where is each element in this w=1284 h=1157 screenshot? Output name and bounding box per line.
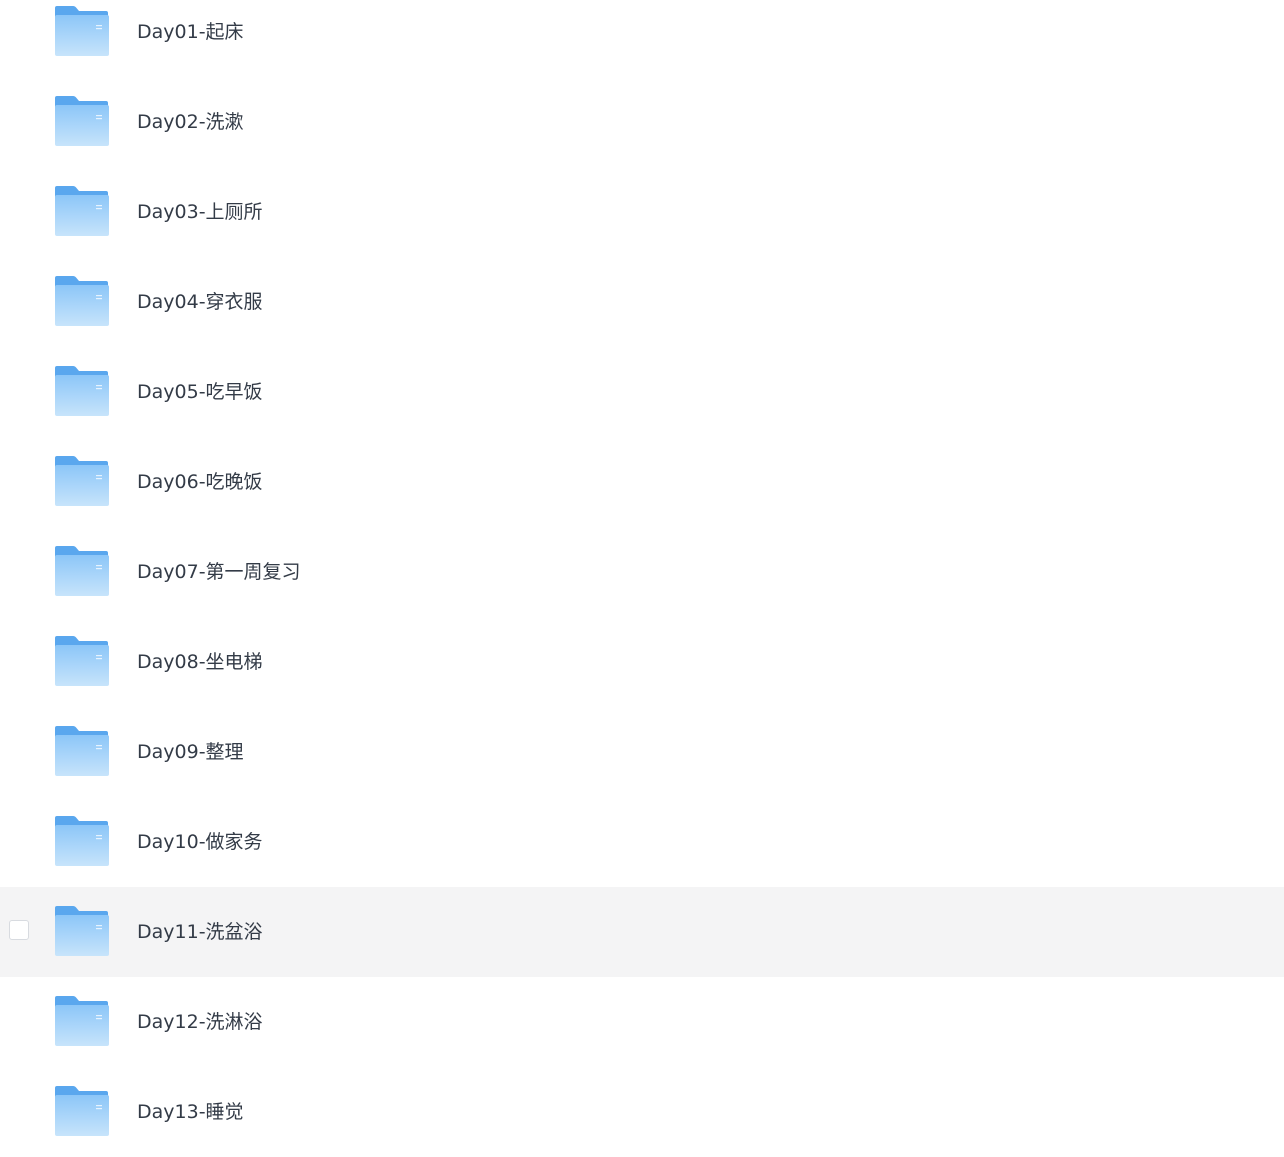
folder-icon (54, 5, 110, 57)
file-name[interactable]: Day10-做家务 (137, 829, 263, 855)
file-name[interactable]: Day03-上厕所 (137, 199, 263, 225)
file-name[interactable]: Day02-洗漱 (137, 109, 244, 135)
row-checkbox[interactable] (9, 920, 29, 940)
file-name[interactable]: Day05-吃早饭 (137, 379, 263, 405)
file-name[interactable]: Day04-穿衣服 (137, 289, 263, 315)
folder-icon (54, 815, 110, 867)
file-name[interactable]: Day12-洗淋浴 (137, 1009, 263, 1035)
file-row-04[interactable]: Day04-穿衣服 (0, 257, 1284, 347)
file-row-01[interactable]: Day01-起床 (0, 0, 1284, 77)
file-row-06[interactable]: Day06-吃晚饭 (0, 437, 1284, 527)
folder-icon (54, 1085, 110, 1137)
file-row-05[interactable]: Day05-吃早饭 (0, 347, 1284, 437)
file-name[interactable]: Day13-睡觉 (137, 1099, 244, 1125)
file-row-07[interactable]: Day07-第一周复习 (0, 527, 1284, 617)
file-row-10[interactable]: Day10-做家务 (0, 797, 1284, 887)
folder-icon (54, 725, 110, 777)
folder-icon (54, 995, 110, 1047)
file-name[interactable]: Day06-吃晚饭 (137, 469, 263, 495)
file-row-08[interactable]: Day08-坐电梯 (0, 617, 1284, 707)
file-row-13[interactable]: Day13-睡觉 (0, 1067, 1284, 1157)
folder-icon (54, 635, 110, 687)
file-row-03[interactable]: Day03-上厕所 (0, 167, 1284, 257)
file-row-09[interactable]: Day09-整理 (0, 707, 1284, 797)
file-name[interactable]: Day01-起床 (137, 19, 244, 45)
folder-icon (54, 185, 110, 237)
file-row-12[interactable]: Day12-洗淋浴 (0, 977, 1284, 1067)
folder-icon (54, 365, 110, 417)
file-list: Day01-起床 Day02-洗漱 Day03-上厕所 Day04-穿衣服 Da… (0, 0, 1284, 1157)
file-row-11[interactable]: Day11-洗盆浴 (0, 887, 1284, 977)
file-name[interactable]: Day11-洗盆浴 (137, 919, 263, 945)
file-name[interactable]: Day09-整理 (137, 739, 244, 765)
folder-icon (54, 905, 110, 957)
folder-icon (54, 275, 110, 327)
file-name[interactable]: Day08-坐电梯 (137, 649, 263, 675)
folder-icon (54, 455, 110, 507)
file-name[interactable]: Day07-第一周复习 (137, 559, 301, 585)
folder-icon (54, 545, 110, 597)
file-row-02[interactable]: Day02-洗漱 (0, 77, 1284, 167)
folder-icon (54, 95, 110, 147)
